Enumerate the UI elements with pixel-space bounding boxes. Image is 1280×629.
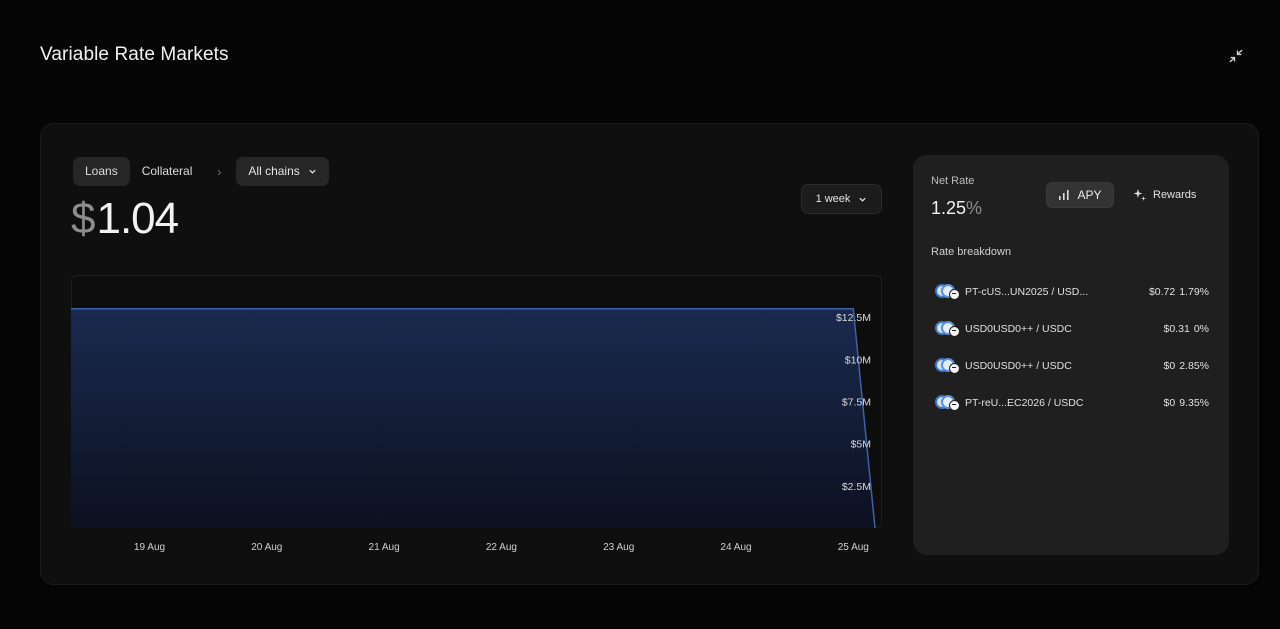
market-name: PT-cUS...UN2025 / USD... <box>965 285 1089 298</box>
page-title: Variable Rate Markets <box>40 44 229 65</box>
list-item[interactable]: PT-reU...EC2026 / USDC $0 9.35% <box>935 384 1215 421</box>
markets-card: Loans Collateral › All chains $1.04 1 we… <box>40 123 1259 585</box>
market-name: USD0USD0++ / USDC <box>965 322 1072 335</box>
view-tabs: Loans Collateral › All chains <box>73 157 329 186</box>
area-chart: $2.5M $5M $7.5M $10M $12.5M <box>71 307 876 528</box>
net-rate-unit: % <box>966 198 983 218</box>
chevron-down-icon <box>309 169 316 174</box>
apy-button[interactable]: APY <box>1046 182 1114 208</box>
list-item[interactable]: USD0USD0++ / USDC $0 2.85% <box>935 347 1215 384</box>
token-pair-icon <box>935 320 965 338</box>
market-amount: $0 <box>1163 359 1176 372</box>
x-axis: 19 Aug 20 Aug 21 Aug 22 Aug 23 Aug 24 Aug 25 A… <box>71 542 882 558</box>
sparkle-icon <box>1133 189 1146 201</box>
market-amount: $0.31 <box>1163 322 1190 335</box>
market-value: $0.72 1.79% <box>1149 286 1209 298</box>
y-tick-label: $10M <box>845 354 871 366</box>
list-item[interactable]: PT-cUS...UN2025 / USD... $0.72 1.79% <box>935 273 1215 310</box>
market-rate: 2.85% <box>1179 359 1209 372</box>
x-tick-label: 21 Aug <box>368 542 400 553</box>
net-rate-value: 1.25% <box>931 198 982 219</box>
market-rate: 0% <box>1193 322 1209 335</box>
collapse-icon <box>1229 49 1243 63</box>
rates-panel: Net Rate 1.25% APY Rewards Rate breakdow… <box>913 155 1229 555</box>
chain-select-label: All chains <box>248 164 300 178</box>
x-tick-label: 19 Aug <box>133 542 166 553</box>
market-value: $0.31 0% <box>1164 323 1209 335</box>
market-rate: 9.35% <box>1179 396 1209 409</box>
y-tick-label: $2.5M <box>842 481 871 493</box>
collapse-button[interactable] <box>1228 48 1244 64</box>
net-rate-label: Net Rate <box>931 175 975 187</box>
market-name: PT-reU...EC2026 / USDC <box>965 396 1084 409</box>
market-rate: 1.79% <box>1179 285 1209 298</box>
market-value: $0 9.35% <box>1164 397 1209 409</box>
market-amount: $0.72 <box>1148 285 1176 298</box>
apy-label: APY <box>1077 188 1102 202</box>
currency-symbol: $ <box>71 194 96 243</box>
rate-breakdown-label: Rate breakdown <box>931 246 1012 258</box>
total-value: $1.04 <box>71 194 179 244</box>
x-tick-label: 24 Aug <box>720 542 752 553</box>
net-rate-number: 1.25 <box>931 198 967 218</box>
chevron-down-icon <box>859 197 867 202</box>
token-pair-icon <box>935 357 965 375</box>
market-name: USD0USD0++ / USDC <box>965 359 1072 372</box>
rate-breakdown-list: PT-cUS...UN2025 / USD... $0.72 1.79% USD0… <box>935 273 1215 421</box>
x-tick-label: 20 Aug <box>251 542 283 553</box>
list-item[interactable]: USD0USD0++ / USDC $0.31 0% <box>935 310 1215 347</box>
series-area <box>71 308 875 528</box>
bar-chart-icon <box>1059 190 1070 200</box>
x-tick-label: 25 Aug <box>837 542 869 553</box>
chain-select[interactable]: All chains <box>236 157 329 186</box>
tab-separator: › <box>217 164 222 179</box>
y-tick-label: $5M <box>851 439 871 451</box>
period-select[interactable]: 1 week <box>801 184 882 214</box>
tab-collateral[interactable]: Collateral <box>130 157 205 186</box>
period-select-label: 1 week <box>815 193 851 205</box>
rewards-label: Rewards <box>1153 189 1197 201</box>
x-tick-label: 23 Aug <box>603 542 635 553</box>
rewards-button[interactable]: Rewards <box>1133 182 1196 208</box>
x-tick-label: 22 Aug <box>485 542 517 553</box>
y-tick-label: $7.5M <box>842 397 871 409</box>
total-value-amount: 1.04 <box>96 194 179 243</box>
token-pair-icon <box>935 394 965 412</box>
y-tick-label: $12.5M <box>836 312 871 324</box>
market-amount: $0 <box>1163 396 1176 409</box>
market-value: $0 2.85% <box>1164 360 1209 372</box>
token-pair-icon <box>935 283 965 301</box>
tab-loans[interactable]: Loans <box>73 157 130 186</box>
